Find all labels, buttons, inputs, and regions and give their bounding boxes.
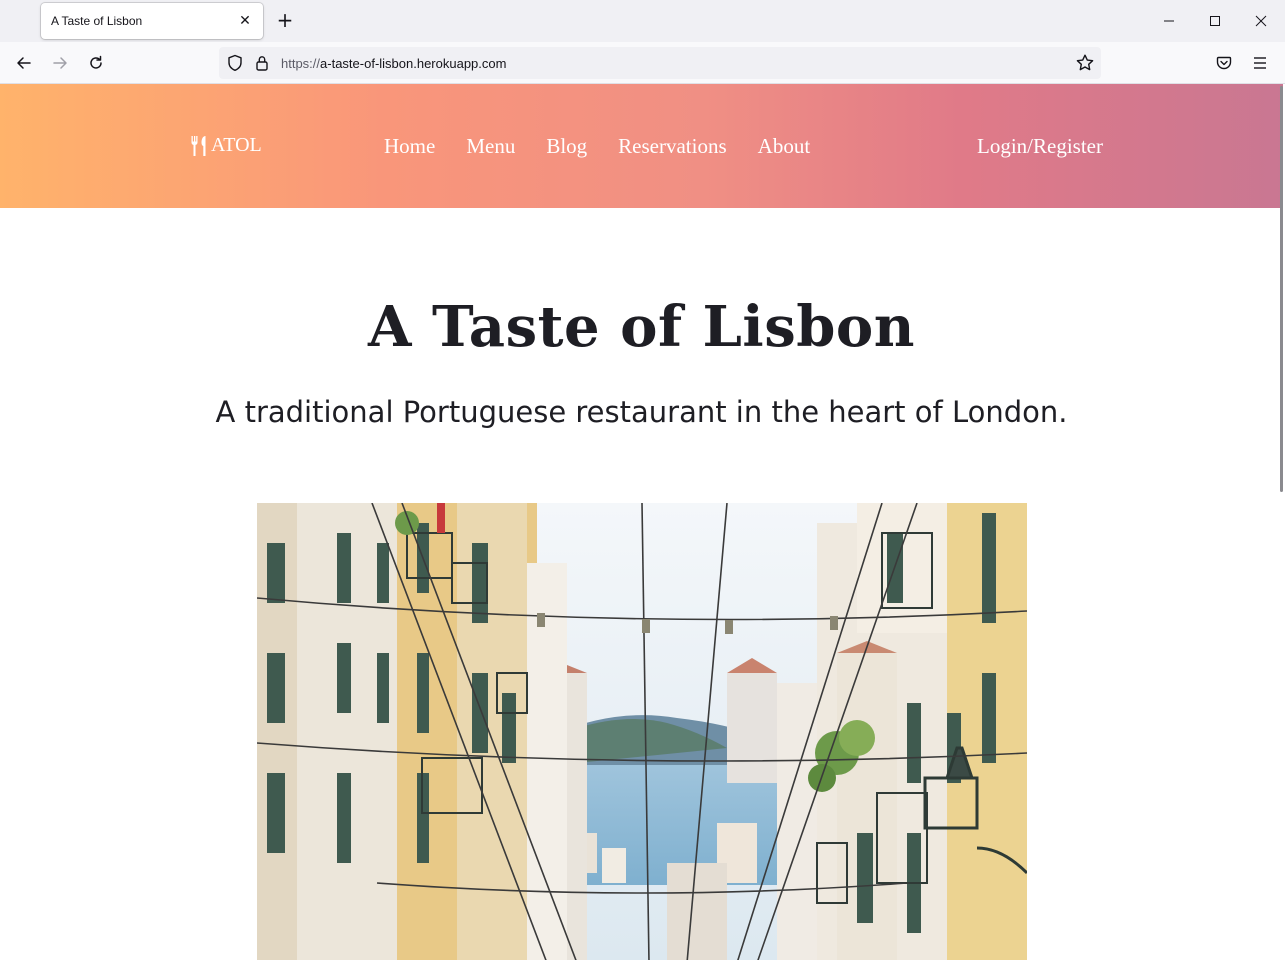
shield-icon[interactable] bbox=[227, 54, 243, 76]
nav-link-menu[interactable]: Menu bbox=[466, 134, 515, 159]
lock-icon[interactable] bbox=[255, 54, 269, 76]
nav-link-reservations[interactable]: Reservations bbox=[618, 134, 726, 159]
url-host: a-taste-of-lisbon.herokuapp.com bbox=[320, 56, 507, 71]
back-arrow-icon[interactable] bbox=[10, 50, 38, 76]
new-tab-icon[interactable]: + bbox=[274, 9, 296, 31]
url-text[interactable]: https://a-taste-of-lisbon.herokuapp.com bbox=[281, 56, 506, 71]
maximize-icon[interactable] bbox=[1201, 8, 1229, 34]
tab-strip: A Taste of Lisbon ✕ + bbox=[0, 0, 1285, 42]
login-register-link[interactable]: Login/Register bbox=[977, 134, 1103, 159]
hero-title: A Taste of Lisbon bbox=[368, 294, 915, 360]
nav-link-blog[interactable]: Blog bbox=[546, 134, 587, 159]
hero-subtitle: A traditional Portuguese restaurant in t… bbox=[215, 395, 1068, 429]
url-bar[interactable]: https://a-taste-of-lisbon.herokuapp.com bbox=[219, 47, 1101, 79]
minimize-icon[interactable] bbox=[1155, 8, 1183, 34]
main-nav: Home Menu Blog Reservations About bbox=[384, 134, 841, 159]
forward-arrow-icon[interactable] bbox=[46, 50, 74, 76]
hamburger-menu-icon[interactable] bbox=[1247, 50, 1273, 76]
window-close-icon[interactable] bbox=[1247, 8, 1275, 34]
url-protocol: https:// bbox=[281, 56, 321, 71]
hero-image bbox=[257, 503, 1027, 960]
nav-link-home[interactable]: Home bbox=[384, 134, 435, 159]
browser-toolbar: https://a-taste-of-lisbon.herokuapp.com bbox=[0, 42, 1285, 84]
tab-title: A Taste of Lisbon bbox=[51, 14, 143, 28]
nav-link-about[interactable]: About bbox=[758, 134, 811, 159]
close-icon[interactable]: ✕ bbox=[235, 11, 255, 31]
page-viewport: ATOL Home Menu Blog Reservations About L… bbox=[0, 84, 1285, 960]
fork-knife-icon bbox=[190, 135, 208, 157]
browser-tab[interactable]: A Taste of Lisbon ✕ bbox=[41, 3, 263, 39]
brand-text: ATOL bbox=[211, 134, 262, 156]
reload-icon[interactable] bbox=[82, 50, 110, 76]
brand-logo[interactable]: ATOL bbox=[190, 134, 262, 157]
bookmark-star-icon[interactable] bbox=[1075, 53, 1095, 77]
page-scrollbar[interactable] bbox=[1280, 86, 1283, 492]
site-header: ATOL Home Menu Blog Reservations About L… bbox=[0, 84, 1283, 208]
pocket-icon[interactable] bbox=[1211, 50, 1237, 76]
